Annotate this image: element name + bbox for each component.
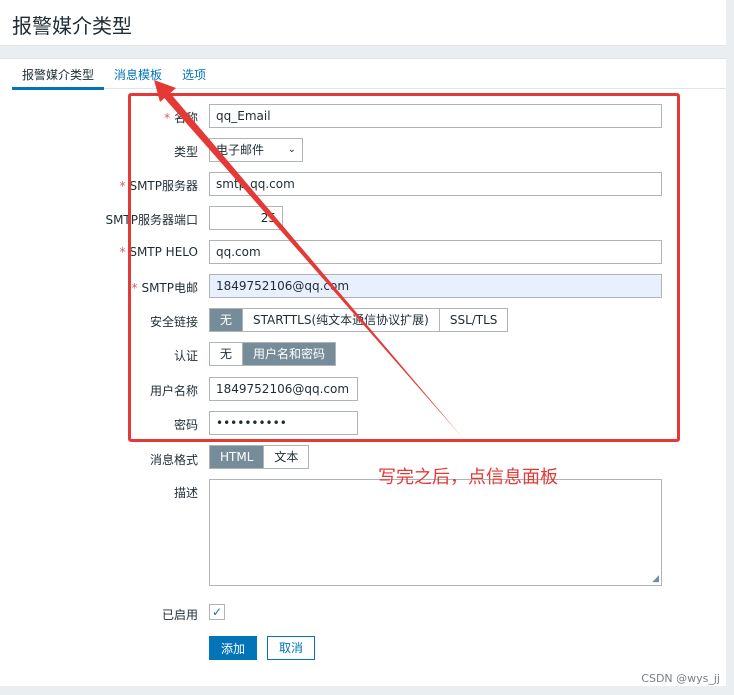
- enabled-checkbox[interactable]: ✓: [209, 604, 225, 620]
- watermark: CSDN @wys_jj: [641, 672, 720, 685]
- smtp-port-field[interactable]: 25: [209, 206, 283, 230]
- username-label: 用户名称: [149, 384, 198, 398]
- add-button[interactable]: 添加: [209, 636, 257, 660]
- chevron-down-icon: ⌄: [287, 144, 296, 155]
- checkmark-icon: ✓: [211, 605, 223, 619]
- smtp-server-field[interactable]: smtp.qq.com: [209, 172, 662, 196]
- type-select[interactable]: 电子邮件 ⌄: [209, 138, 303, 162]
- name-label-text: 名称: [173, 111, 198, 125]
- security-option-none[interactable]: 无: [210, 309, 244, 331]
- annotation-text: 写完之后，点信息面板: [378, 467, 558, 488]
- required-marker: *: [131, 281, 142, 295]
- smtp-server-label: * SMTP服务器: [8, 177, 198, 194]
- page-title: 报警媒介类型: [12, 14, 132, 38]
- required-marker: *: [119, 245, 130, 259]
- security-label: 安全链接: [149, 315, 198, 329]
- description-textarea[interactable]: ◢: [209, 479, 662, 586]
- required-marker: *: [164, 111, 174, 125]
- tab-bar: 报警媒介类型 消息模板 选项: [12, 59, 726, 90]
- smtp-port-label: SMTP服务器端口: [105, 213, 198, 227]
- enabled-label: 已启用: [161, 608, 198, 622]
- smtp-email-label: * SMTP电邮: [8, 279, 198, 296]
- required-marker: *: [119, 179, 130, 193]
- auth-label: 认证: [173, 349, 198, 363]
- password-label: 密码: [173, 418, 198, 432]
- auth-segmented-control: 无 用户名和密码: [209, 342, 337, 366]
- tab-media-type[interactable]: 报警媒介类型: [22, 66, 94, 83]
- smtp-server-label-text: SMTP服务器: [129, 179, 198, 193]
- name-label: * 名称: [8, 109, 198, 126]
- name-field[interactable]: qq_Email: [209, 104, 662, 128]
- message-format-label: 消息格式: [149, 453, 198, 467]
- smtp-helo-field[interactable]: qq.com: [209, 240, 662, 264]
- active-tab-indicator: [12, 87, 104, 90]
- type-label: 类型: [173, 145, 198, 159]
- smtp-email-label-text: SMTP电邮: [141, 281, 198, 295]
- smtp-email-field[interactable]: 1849752106@qq.com: [209, 274, 662, 298]
- smtp-helo-label: * SMTP HELO: [8, 245, 199, 259]
- cancel-button[interactable]: 取消: [267, 636, 315, 660]
- tab-options[interactable]: 选项: [182, 66, 206, 83]
- smtp-helo-label-text: SMTP HELO: [129, 245, 198, 259]
- resize-handle-icon[interactable]: ◢: [652, 574, 659, 584]
- auth-option-username-password[interactable]: 用户名和密码: [243, 343, 336, 365]
- password-field[interactable]: ••••••••••: [209, 411, 358, 435]
- security-segmented-control: 无 STARTTLS(纯文本通信协议扩展) SSL/TLS: [209, 308, 509, 332]
- username-field[interactable]: 1849752106@qq.com: [209, 377, 358, 401]
- security-option-starttls[interactable]: STARTTLS(纯文本通信协议扩展): [243, 309, 440, 331]
- auth-option-none[interactable]: 无: [210, 343, 244, 365]
- description-label: 描述: [173, 486, 198, 500]
- format-option-text[interactable]: 文本: [264, 446, 308, 468]
- security-option-ssl-tls[interactable]: SSL/TLS: [440, 309, 508, 331]
- page-header: 报警媒介类型: [0, 0, 726, 46]
- tab-message-templates[interactable]: 消息模板: [114, 66, 162, 83]
- type-select-value: 电子邮件: [216, 143, 265, 157]
- format-option-html[interactable]: HTML: [210, 446, 265, 468]
- message-format-segmented-control: HTML 文本: [209, 445, 310, 469]
